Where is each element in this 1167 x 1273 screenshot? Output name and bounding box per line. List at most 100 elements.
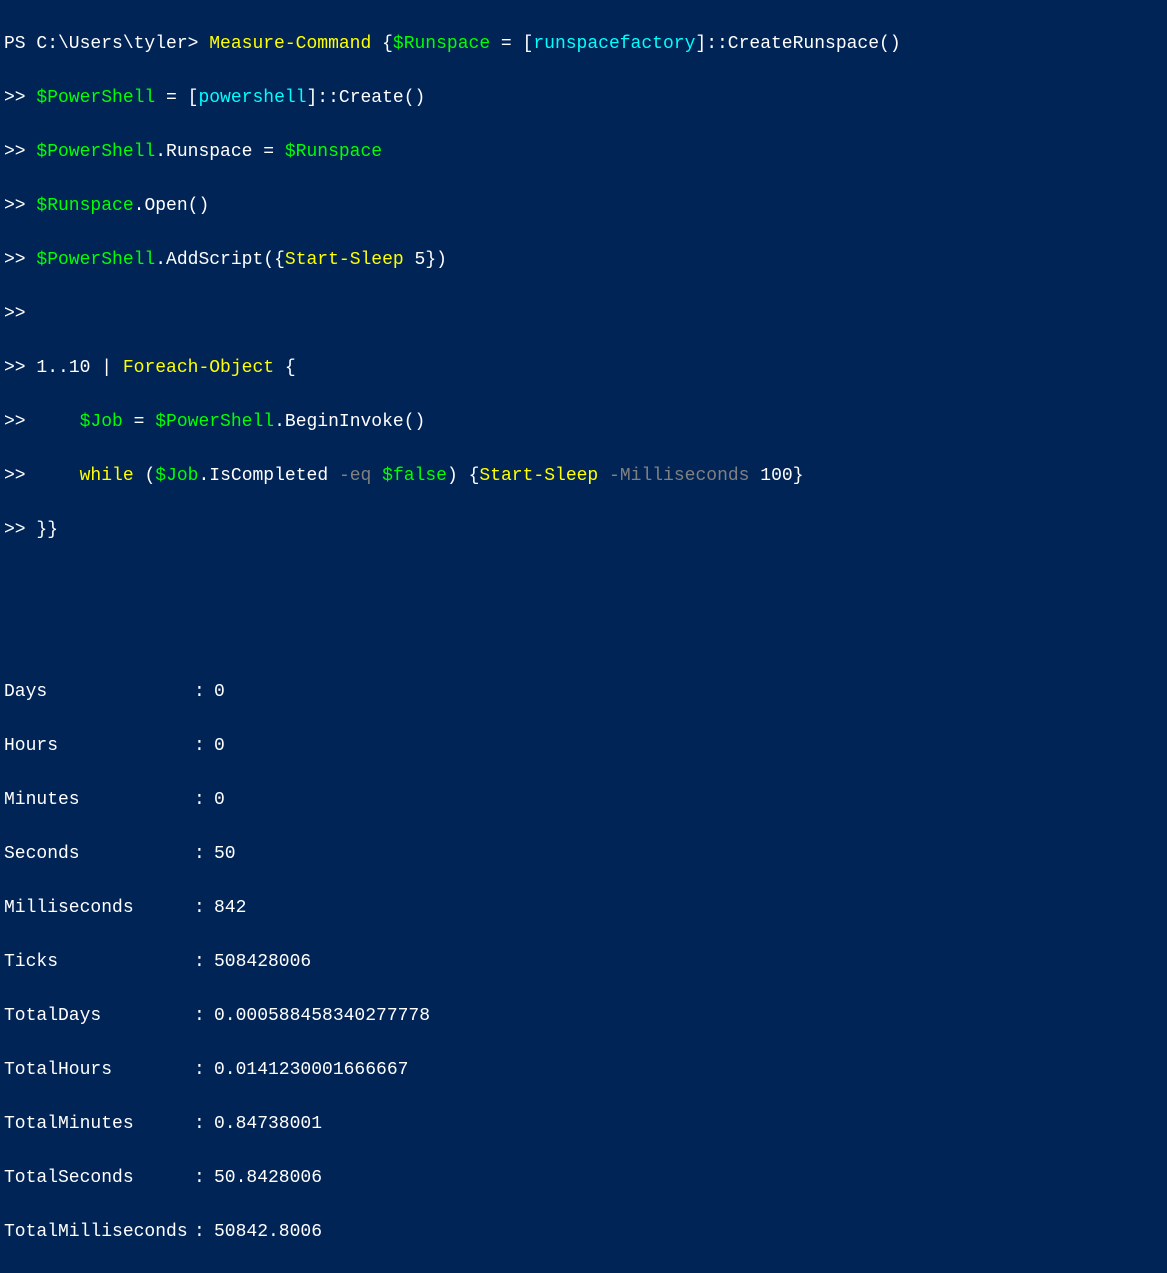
runspace-property: Runspace xyxy=(166,142,252,162)
iscompleted-property: IsCompleted xyxy=(209,466,328,486)
runspace-variable: $Runspace xyxy=(285,142,382,162)
output-row: TotalSeconds:50.8428006 xyxy=(4,1165,1163,1192)
output-row: TotalMilliseconds:50842.8006 xyxy=(4,1219,1163,1246)
output-label-milliseconds: Milliseconds xyxy=(4,895,194,922)
output-value-totaldays: 0.000588458340277778 xyxy=(214,1003,430,1030)
runspacefactory-type: runspacefactory xyxy=(533,34,695,54)
continuation-prompt: >> xyxy=(4,412,36,432)
start-sleep-cmdlet: Start-Sleep xyxy=(479,466,598,486)
command-line-4: >> $Runspace.Open() xyxy=(4,193,1163,220)
output-separator: : xyxy=(194,679,214,706)
command-line-10: >> }} xyxy=(4,517,1163,544)
measure-command-cmdlet: Measure-Command xyxy=(209,34,371,54)
milliseconds-param: -Milliseconds xyxy=(609,466,749,486)
command-line-3: >> $PowerShell.Runspace = $Runspace xyxy=(4,139,1163,166)
powershell-variable: $PowerShell xyxy=(36,250,155,270)
powershell-variable: $PowerShell xyxy=(36,88,155,108)
output-row: Ticks:508428006 xyxy=(4,949,1163,976)
command-line-7: >> 1..10 | Foreach-Object { xyxy=(4,355,1163,382)
output-label-seconds: Seconds xyxy=(4,841,194,868)
output-value-ticks: 508428006 xyxy=(214,949,311,976)
command-line-8: >> $Job = $PowerShell.BeginInvoke() xyxy=(4,409,1163,436)
output-row: Hours:0 xyxy=(4,733,1163,760)
create-method: Create() xyxy=(339,88,425,108)
create-runspace-method: CreateRunspace() xyxy=(728,34,901,54)
output-row: TotalMinutes:0.84738001 xyxy=(4,1111,1163,1138)
continuation-prompt: >> xyxy=(4,466,36,486)
output-separator: : xyxy=(194,1165,214,1192)
output-row: TotalHours:0.0141230001666667 xyxy=(4,1057,1163,1084)
output-label-totalhours: TotalHours xyxy=(4,1057,194,1084)
job-variable: $Job xyxy=(155,466,198,486)
output-value-milliseconds: 842 xyxy=(214,895,246,922)
continuation-prompt: >> xyxy=(4,196,36,216)
output-value-days: 0 xyxy=(214,679,225,706)
open-brace: { xyxy=(382,34,393,54)
continuation-prompt: >> xyxy=(4,358,36,378)
command-line-6: >> xyxy=(4,301,1163,328)
while-keyword: while xyxy=(80,466,134,486)
output-row: TotalDays:0.000588458340277778 xyxy=(4,1003,1163,1030)
output-separator: : xyxy=(194,787,214,814)
output-value-seconds: 50 xyxy=(214,841,236,868)
output-row: Milliseconds:842 xyxy=(4,895,1163,922)
runspace-variable: $Runspace xyxy=(36,196,133,216)
foreach-object-cmdlet: Foreach-Object xyxy=(123,358,274,378)
prompt-path: C:\Users\tyler xyxy=(36,34,187,54)
output-label-hours: Hours xyxy=(4,733,194,760)
blank-line xyxy=(4,625,1163,652)
output-separator: : xyxy=(194,1219,214,1246)
powershell-variable: $PowerShell xyxy=(36,142,155,162)
output-value-minutes: 0 xyxy=(214,787,225,814)
command-line-1: PS C:\Users\tyler> Measure-Command {$Run… xyxy=(4,31,1163,58)
output-label-ticks: Ticks xyxy=(4,949,194,976)
range-start: 1 xyxy=(36,358,47,378)
runspace-variable: $Runspace xyxy=(393,34,490,54)
continuation-prompt: >> xyxy=(4,88,36,108)
output-label-totalminutes: TotalMinutes xyxy=(4,1111,194,1138)
output-label-totalmilliseconds: TotalMilliseconds xyxy=(4,1219,194,1246)
prompt-ps: PS xyxy=(4,34,36,54)
output-label-totalseconds: TotalSeconds xyxy=(4,1165,194,1192)
output-value-totalseconds: 50.8428006 xyxy=(214,1165,322,1192)
range-end: 10 xyxy=(69,358,91,378)
terminal-output[interactable]: PS C:\Users\tyler> Measure-Command {$Run… xyxy=(4,4,1163,1273)
addscript-method: AddScript( xyxy=(166,250,274,270)
output-value-totalmilliseconds: 50842.8006 xyxy=(214,1219,322,1246)
false-value: $false xyxy=(382,466,447,486)
output-value-totalminutes: 0.84738001 xyxy=(214,1111,322,1138)
continuation-prompt: >> xyxy=(4,250,36,270)
start-sleep-cmdlet: Start-Sleep xyxy=(285,250,404,270)
open-method: Open() xyxy=(144,196,209,216)
milliseconds-value: 100 xyxy=(760,466,792,486)
eq-operator: -eq xyxy=(339,466,371,486)
command-line-5: >> $PowerShell.AddScript({Start-Sleep 5}… xyxy=(4,247,1163,274)
prompt-suffix: > xyxy=(188,34,210,54)
command-line-9: >> while ($Job.IsCompleted -eq $false) {… xyxy=(4,463,1163,490)
continuation-prompt: >> xyxy=(4,142,36,162)
output-separator: : xyxy=(194,841,214,868)
output-row: Seconds:50 xyxy=(4,841,1163,868)
continuation-prompt: >> xyxy=(4,304,36,324)
output-separator: : xyxy=(194,949,214,976)
output-row: Minutes:0 xyxy=(4,787,1163,814)
powershell-variable: $PowerShell xyxy=(155,412,274,432)
powershell-type: powershell xyxy=(198,88,306,108)
sleep-seconds: 5 xyxy=(415,250,426,270)
begininvoke-method: BeginInvoke() xyxy=(285,412,425,432)
output-separator: : xyxy=(194,1111,214,1138)
command-line-2: >> $PowerShell = [powershell]::Create() xyxy=(4,85,1163,112)
output-label-days: Days xyxy=(4,679,194,706)
output-label-minutes: Minutes xyxy=(4,787,194,814)
output-value-hours: 0 xyxy=(214,733,225,760)
output-separator: : xyxy=(194,1057,214,1084)
blank-line xyxy=(4,571,1163,598)
output-separator: : xyxy=(194,1003,214,1030)
output-separator: : xyxy=(194,895,214,922)
job-variable: $Job xyxy=(80,412,123,432)
output-label-totaldays: TotalDays xyxy=(4,1003,194,1030)
continuation-prompt: >> xyxy=(4,520,36,540)
close-braces: }} xyxy=(36,520,58,540)
output-separator: : xyxy=(194,733,214,760)
output-value-totalhours: 0.0141230001666667 xyxy=(214,1057,408,1084)
